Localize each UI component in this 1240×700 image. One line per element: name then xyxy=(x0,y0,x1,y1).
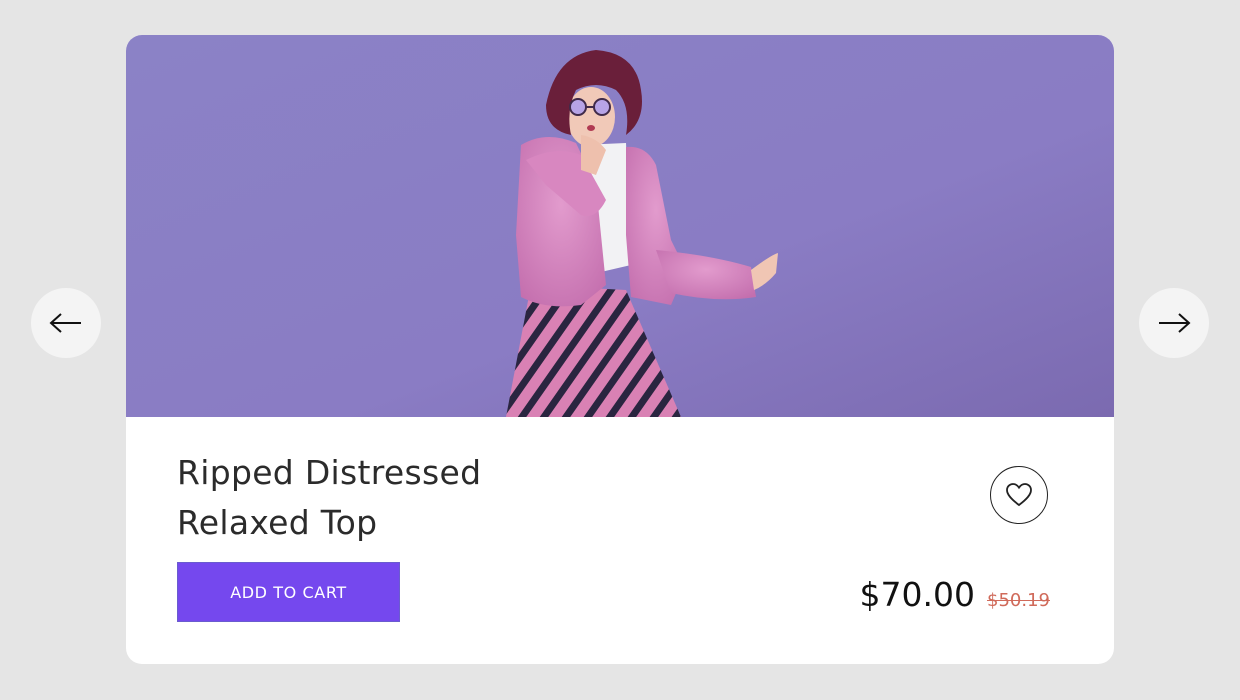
product-image[interactable] xyxy=(126,35,1114,417)
heart-icon xyxy=(1006,483,1032,507)
product-title-line1: Ripped Distressed xyxy=(177,453,482,492)
next-button[interactable] xyxy=(1139,288,1209,358)
add-to-cart-button[interactable]: ADD TO CART xyxy=(177,562,400,622)
arrow-right-icon xyxy=(1159,313,1191,333)
wishlist-button[interactable] xyxy=(990,466,1048,524)
carousel-stage: Ripped Distressed Relaxed Top ADD TO CAR… xyxy=(0,0,1240,700)
product-title-line2: Relaxed Top xyxy=(177,503,378,542)
original-price: $50.19 xyxy=(987,590,1050,611)
arrow-left-icon xyxy=(49,313,81,333)
product-card: Ripped Distressed Relaxed Top ADD TO CAR… xyxy=(126,35,1114,664)
product-photo xyxy=(126,35,1114,417)
price-row: $70.00 $50.19 xyxy=(860,575,1050,614)
previous-button[interactable] xyxy=(31,288,101,358)
product-title[interactable]: Ripped Distressed Relaxed Top xyxy=(177,448,597,548)
current-price: $70.00 xyxy=(859,575,976,614)
